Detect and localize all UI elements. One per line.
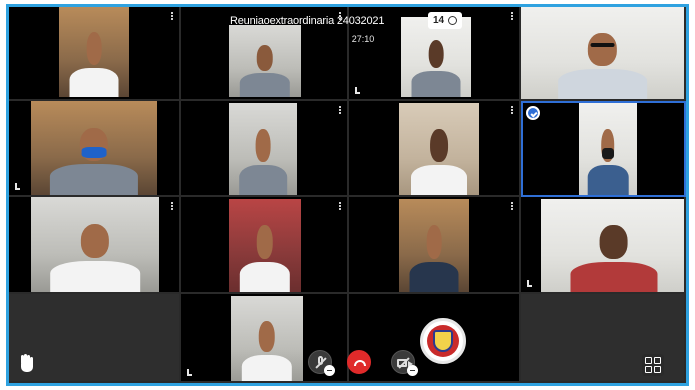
- more-options-icon[interactable]: [338, 202, 341, 210]
- more-options-icon[interactable]: [338, 106, 341, 114]
- more-options-icon[interactable]: [170, 202, 173, 210]
- more-options-icon[interactable]: [510, 12, 513, 20]
- options-badge-icon[interactable]: [407, 365, 418, 376]
- participant-count: 14: [433, 15, 445, 26]
- participant-figure: [241, 315, 293, 381]
- participant-figure: [570, 219, 657, 292]
- participant-tile[interactable]: [9, 7, 181, 101]
- participant-figure: [49, 122, 139, 195]
- participant-video: [31, 101, 157, 195]
- video-grid: [9, 7, 686, 383]
- people-icon: [448, 16, 458, 25]
- participant-figure: [239, 123, 287, 195]
- participant-count-badge[interactable]: 14: [428, 12, 463, 29]
- grid-layout-icon: [645, 357, 652, 364]
- participant-figure: [239, 41, 291, 97]
- meeting-duration: 27:10: [351, 34, 375, 44]
- meeting-title: Reuniaoextraordinaria 24032021: [230, 15, 385, 27]
- participant-tile-selected[interactable]: [521, 101, 686, 197]
- muted-icon: [15, 183, 20, 190]
- raise-hand-icon[interactable]: [19, 354, 35, 372]
- participant-tile[interactable]: [181, 101, 349, 197]
- more-options-icon[interactable]: [510, 202, 513, 210]
- participant-figure: [69, 27, 119, 97]
- participant-video: [231, 296, 303, 381]
- participant-tile[interactable]: [181, 197, 349, 294]
- more-options-icon[interactable]: [510, 106, 513, 114]
- participant-tile[interactable]: [349, 101, 521, 197]
- participant-figure: [409, 219, 459, 292]
- face-mask: [81, 146, 107, 159]
- participant-video: [399, 199, 469, 292]
- camera-toggle-button[interactable]: [391, 350, 418, 376]
- participant-video: [521, 7, 684, 99]
- participant-video: [59, 7, 129, 97]
- participant-tile[interactable]: [9, 101, 181, 197]
- participant-figure: [557, 27, 648, 99]
- participant-tile[interactable]: [9, 197, 181, 294]
- participant-video: [579, 103, 637, 195]
- muted-icon: [527, 280, 532, 287]
- selected-check-icon: [526, 106, 540, 120]
- participant-video: [229, 199, 301, 292]
- participant-tile[interactable]: [521, 197, 686, 294]
- participant-figure: [239, 219, 291, 292]
- phone-hangup-icon: [354, 360, 366, 366]
- face-mask: [602, 147, 614, 160]
- participant-video: [399, 103, 479, 195]
- grid-layout-button[interactable]: [642, 354, 664, 376]
- participant-figure: [411, 35, 461, 97]
- participant-figure: [587, 123, 629, 195]
- hang-up-button[interactable]: [347, 350, 371, 374]
- muted-icon: [187, 369, 192, 376]
- participant-tile[interactable]: [349, 197, 521, 294]
- participant-video: [229, 103, 297, 195]
- participant-video: [229, 25, 301, 97]
- participant-figure: [411, 123, 467, 195]
- participant-tile[interactable]: [521, 7, 686, 101]
- mute-microphone-button[interactable]: [308, 350, 335, 376]
- muted-icon: [355, 87, 360, 94]
- participant-video: [31, 197, 159, 292]
- options-badge-icon[interactable]: [324, 365, 335, 376]
- participant-figure: [50, 218, 140, 292]
- call-controls: [308, 350, 428, 380]
- more-options-icon[interactable]: [170, 12, 173, 20]
- participant-video: [541, 199, 684, 292]
